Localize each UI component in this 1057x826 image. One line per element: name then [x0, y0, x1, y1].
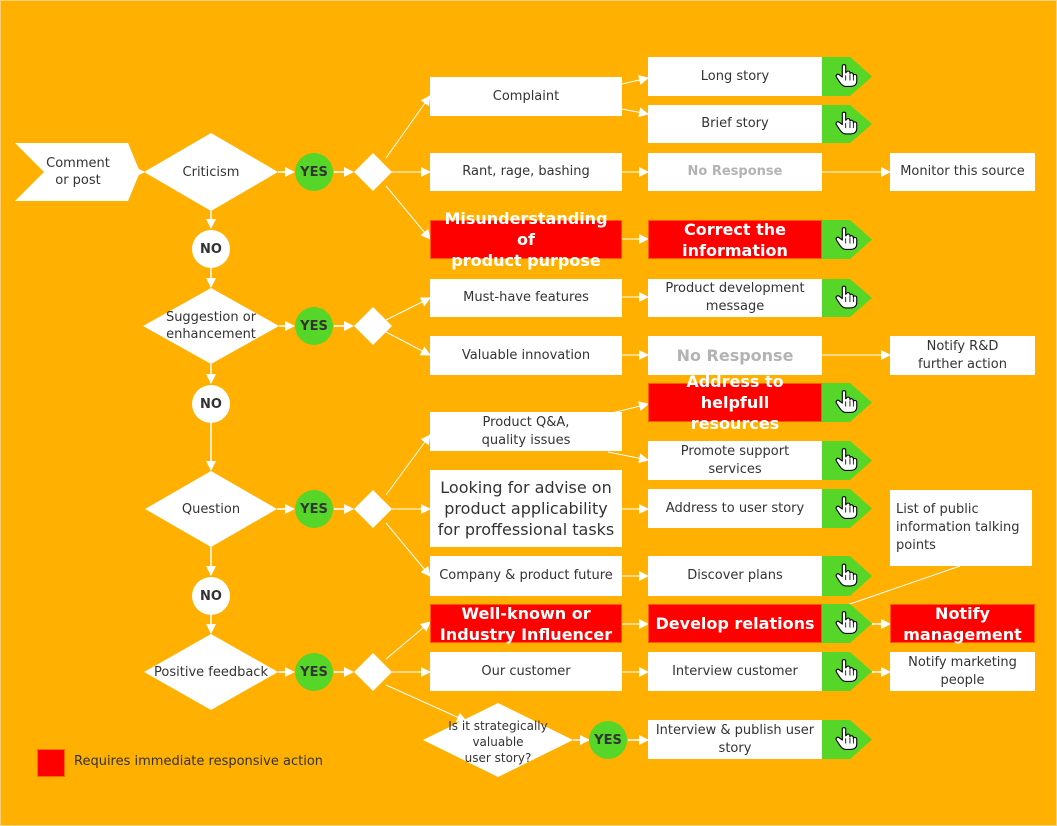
followup-notify-marketing: Notify marketing people — [890, 652, 1035, 691]
no-criticism: NO — [192, 230, 230, 268]
category-influencer: Well-known or Industry Influencer — [430, 604, 622, 644]
response-promote-support: Promote support services — [648, 441, 822, 480]
yes-positive: YES — [295, 653, 333, 691]
category-must-have: Must-have features — [430, 279, 622, 317]
response-address-user-story: Address to user story — [648, 489, 822, 528]
followup-notify-rd: Notify R&D further action — [890, 336, 1035, 375]
category-product-qa: Product Q&A, quality issues — [430, 412, 622, 451]
start-label: Comment or post — [46, 156, 110, 188]
response-long-story: Long story — [648, 57, 822, 96]
followup-notify-management: Notify management — [890, 604, 1035, 644]
category-complaint: Complaint — [430, 77, 622, 116]
branch-diamond-question — [354, 490, 392, 528]
no-suggestion: NO — [192, 385, 230, 423]
yes-strategic: YES — [589, 721, 627, 759]
question-label: Question — [181, 501, 241, 517]
response-interview-publish: Interview & publish user story — [648, 720, 822, 759]
legend-red-swatch — [37, 749, 65, 777]
criticism-label: Criticism — [182, 164, 240, 180]
suggestion-label: Suggestion or enhancement — [165, 310, 257, 342]
response-brief-story: Brief story — [648, 105, 822, 143]
strategic-label: Is it strategically valuable user story? — [448, 719, 548, 765]
category-company-future: Company & product future — [430, 556, 622, 596]
branch-diamond-criticism — [354, 153, 392, 191]
response-product-dev-message: Product development message — [648, 279, 822, 317]
followup-talking-points: List of public information talking point… — [890, 490, 1032, 566]
response-no-response-rant: No Response — [648, 153, 822, 191]
category-valuable-innovation: Valuable innovation — [430, 336, 622, 375]
category-rant: Rant, rage, bashing — [430, 153, 622, 191]
followup-monitor-source: Monitor this source — [890, 153, 1035, 191]
positive-feedback-label: Positive feedback — [154, 664, 268, 680]
yes-suggestion: YES — [295, 307, 333, 345]
category-looking-advise: Looking for advise on product applicabil… — [430, 470, 622, 547]
category-our-customer: Our customer — [430, 652, 622, 691]
response-interview-customer: Interview customer — [648, 652, 822, 691]
yes-criticism: YES — [295, 153, 333, 191]
category-misunderstanding: Misunderstanding of product purpose — [430, 209, 622, 270]
legend-label: Requires immediate responsive action — [74, 754, 324, 769]
yes-question: YES — [295, 490, 333, 528]
branch-diamond-suggestion — [354, 307, 392, 345]
response-develop-relations: Develop relations — [648, 604, 822, 643]
response-correct-info: Correct the information — [648, 220, 822, 260]
response-no-response-innovation: No Response — [648, 336, 822, 375]
response-address-resources: Address to helpfull resources — [648, 372, 822, 433]
no-question: NO — [192, 577, 230, 615]
response-discover-plans: Discover plans — [648, 556, 822, 596]
